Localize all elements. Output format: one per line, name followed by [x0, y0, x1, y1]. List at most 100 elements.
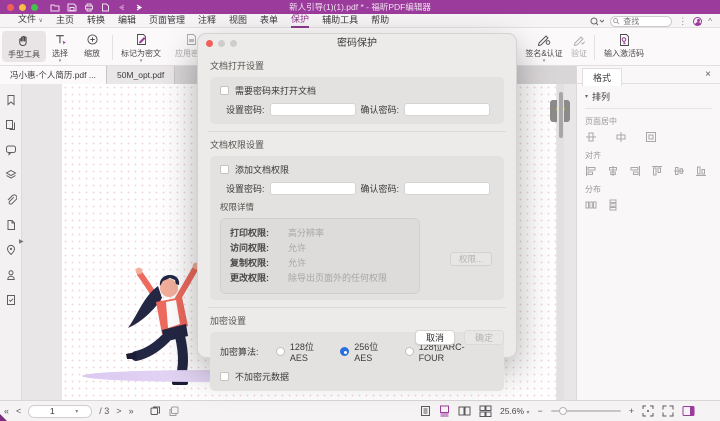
comments-icon[interactable]: [5, 144, 17, 156]
page-number-box: ▾: [28, 405, 92, 418]
menu-protect[interactable]: 保护: [291, 13, 309, 28]
zoom-slider[interactable]: [551, 410, 621, 412]
align-heading: 对齐: [585, 150, 712, 161]
dialog-close-button[interactable]: [206, 40, 213, 47]
menu-page-management[interactable]: 页面管理: [149, 14, 185, 27]
menu-convert[interactable]: 转换: [87, 14, 105, 27]
menu-accessibility[interactable]: 辅助工具: [322, 14, 358, 27]
set-password-input[interactable]: [270, 103, 356, 116]
align-bottom-icon[interactable]: [695, 165, 707, 177]
page-scrollbar[interactable]: [557, 84, 564, 400]
align-center-icon[interactable]: [607, 165, 619, 177]
document-tab-active[interactable]: 冯小惠-个人简历.pdf ...: [0, 66, 107, 84]
more-options-icon[interactable]: ⋮: [678, 16, 687, 27]
no-encrypt-metadata-checkbox[interactable]: [220, 372, 229, 381]
align-top-icon[interactable]: [651, 165, 663, 177]
next-page-button[interactable]: >: [116, 406, 121, 416]
permission-details-box: 打印权限: 高分辨率 访问权限: 允许 复制权限: 允许 更改权限:: [220, 218, 420, 294]
signature-panel-icon[interactable]: [5, 269, 17, 281]
encrypt-settings-heading: 加密设置: [210, 314, 504, 327]
sign-certify-button[interactable]: 签名&认证 ▾: [518, 31, 570, 63]
cancel-button[interactable]: 取消: [415, 330, 455, 345]
menu-view[interactable]: 视图: [229, 14, 247, 27]
menu-form[interactable]: 表单: [260, 14, 278, 27]
page-number-input[interactable]: [29, 406, 75, 416]
align-right-icon[interactable]: [629, 165, 641, 177]
hand-tool-button[interactable]: 手型工具: [2, 31, 46, 62]
add-permissions-checkbox[interactable]: [220, 165, 229, 174]
next-view-icon[interactable]: [168, 405, 180, 417]
open-file-icon[interactable]: [50, 3, 60, 12]
destinations-icon[interactable]: [5, 244, 17, 256]
confirm-password-input[interactable]: [404, 103, 490, 116]
minimize-window-button[interactable]: [19, 4, 26, 11]
fit-page-icon[interactable]: [642, 405, 654, 417]
perm-set-password-input[interactable]: [270, 182, 356, 195]
menu-help[interactable]: 帮助: [371, 14, 389, 27]
close-window-button[interactable]: [7, 4, 14, 11]
fullscreen-icon[interactable]: [662, 405, 674, 417]
layers-icon[interactable]: [5, 169, 17, 181]
menu-file[interactable]: 文件 ∨: [18, 13, 43, 28]
two-page-continuous-icon[interactable]: [479, 405, 492, 417]
continuous-view-icon[interactable]: [439, 405, 450, 417]
radio-256-aes[interactable]: 256位AES: [340, 340, 387, 363]
zoom-tool-button[interactable]: 缩放: [76, 31, 108, 59]
last-page-button[interactable]: »: [129, 406, 134, 416]
file-icon[interactable]: [5, 219, 17, 231]
zoom-level-label[interactable]: 25.6% ▾: [500, 406, 530, 416]
titlebar: 新人引导(1)(1).pdf * - 福昕PDF编辑器: [0, 0, 720, 14]
format-tab[interactable]: 格式: [582, 68, 622, 86]
new-document-icon[interactable]: [101, 3, 110, 12]
sidebar-expander-icon[interactable]: ▶: [19, 238, 24, 245]
panel-toggle-icon[interactable]: [682, 405, 695, 417]
select-tool-button[interactable]: 选择 ▾: [44, 31, 76, 63]
radio-selected-icon[interactable]: [340, 347, 349, 356]
distribute-vertically-icon[interactable]: [607, 199, 619, 211]
undo-icon[interactable]: [117, 3, 127, 12]
attachments-icon[interactable]: [5, 194, 17, 206]
bookmarks-icon[interactable]: [5, 94, 17, 106]
align-middle-icon[interactable]: [673, 165, 685, 177]
perm-confirm-password-input[interactable]: [404, 182, 490, 195]
save-icon[interactable]: [67, 3, 77, 12]
align-left-icon[interactable]: [585, 165, 597, 177]
page-total-label: / 3: [99, 406, 109, 416]
chevron-down-icon[interactable]: ▾: [75, 408, 78, 415]
radio-128-aes[interactable]: 128位AES: [276, 340, 323, 363]
field-list-icon[interactable]: [5, 294, 17, 306]
distribute-horizontally-icon[interactable]: [585, 199, 597, 211]
zoom-in-button[interactable]: +: [629, 406, 634, 416]
radio-icon[interactable]: [405, 347, 414, 356]
previous-view-icon[interactable]: [149, 405, 161, 417]
close-panel-icon[interactable]: ×: [705, 69, 711, 80]
require-password-checkbox[interactable]: [220, 86, 229, 95]
account-avatar[interactable]: [693, 17, 702, 26]
menubar: 文件 ∨ 主页 转换 编辑 页面管理 注释 视图 表单 保护 辅助工具 帮助 ⋮…: [0, 14, 720, 28]
center-both-icon[interactable]: [645, 131, 657, 143]
collapse-toolbar-icon[interactable]: ^: [708, 17, 712, 26]
scrollbar-thumb[interactable]: [559, 92, 563, 138]
zoom-slider-knob[interactable]: [559, 407, 567, 415]
menu-home[interactable]: 主页: [56, 14, 74, 27]
center-vertically-icon[interactable]: [585, 131, 597, 143]
two-page-view-icon[interactable]: [458, 405, 471, 417]
menu-comment[interactable]: 注释: [198, 14, 216, 27]
redact-mark-button[interactable]: 标记为密文 ▾: [116, 31, 166, 63]
zoom-out-button[interactable]: −: [537, 406, 542, 416]
single-page-view-icon[interactable]: [420, 405, 431, 417]
redo-icon[interactable]: [134, 3, 144, 12]
select-text-icon: [54, 31, 67, 48]
previous-page-button[interactable]: <: [16, 406, 21, 416]
page-thumbnails-icon[interactable]: [5, 119, 17, 131]
zoom-window-button[interactable]: [31, 4, 38, 11]
center-horizontally-icon[interactable]: [615, 131, 627, 143]
print-icon[interactable]: [84, 3, 94, 12]
activation-code-button[interactable]: 输入激活码: [598, 31, 650, 59]
menu-edit[interactable]: 编辑: [118, 14, 136, 27]
document-tab[interactable]: 50M_opt.pdf: [107, 66, 175, 84]
find-replace-icon[interactable]: [590, 16, 604, 26]
arrange-section-header[interactable]: ▾ 排列: [585, 90, 712, 109]
ok-button: 确定: [464, 330, 504, 345]
radio-icon[interactable]: [276, 347, 285, 356]
